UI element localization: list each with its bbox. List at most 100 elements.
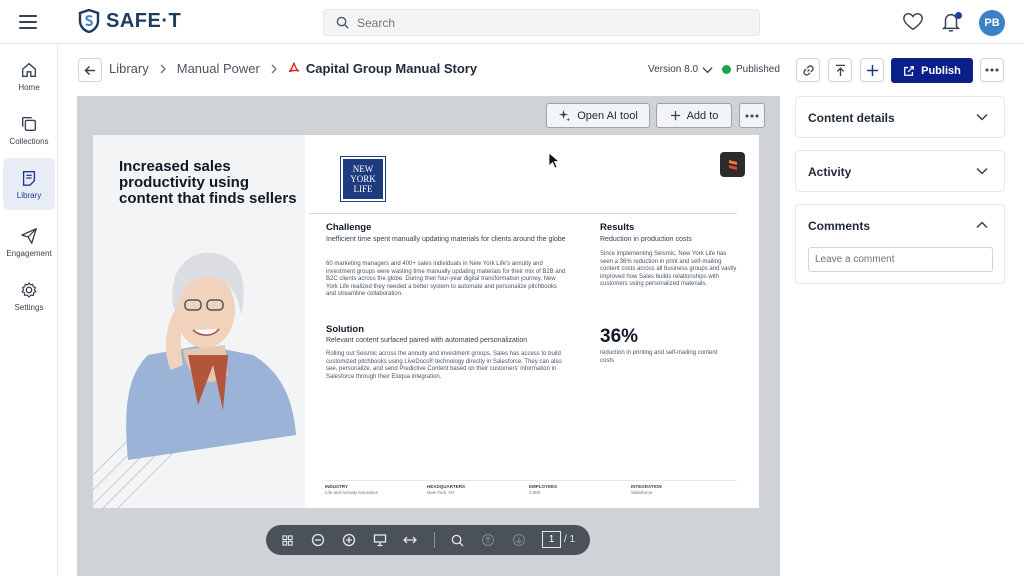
doc-divider xyxy=(309,213,737,214)
notifications-bell-icon[interactable] xyxy=(940,11,962,33)
chevron-down-icon xyxy=(702,66,713,73)
pdf-file-icon xyxy=(288,62,300,73)
sidebar-item-label: Collections xyxy=(9,136,49,146)
sidebar-item-label: Home xyxy=(18,82,40,92)
chevron-up-icon[interactable] xyxy=(976,219,988,231)
search-bar[interactable] xyxy=(323,9,760,36)
seismic-logo-icon xyxy=(720,152,745,177)
challenge-subtitle: Inefficient time spent manually updating… xyxy=(326,236,566,243)
top-bar: SAFE·T PB xyxy=(0,0,1024,44)
breadcrumb-current: Capital Group Manual Story xyxy=(288,61,477,76)
document-toolbar: Library Manual Power Capital Group Manua… xyxy=(58,44,1024,96)
status-label: Published xyxy=(736,64,780,75)
chevron-down-icon[interactable] xyxy=(976,111,988,123)
document-page: Increased sales productivity using conte… xyxy=(93,135,759,508)
add-to-label: Add to xyxy=(686,109,719,122)
link-icon xyxy=(802,64,814,76)
activity-panel[interactable]: Activity xyxy=(795,150,1005,192)
comment-input[interactable] xyxy=(808,247,993,272)
arrow-left-icon xyxy=(83,65,95,75)
status-dot xyxy=(722,65,731,74)
zoom-out-icon[interactable] xyxy=(310,532,326,548)
plus-icon xyxy=(670,110,680,121)
comments-panel: Comments xyxy=(795,204,1005,284)
presentation-icon[interactable] xyxy=(372,532,388,548)
favorites-heart-icon[interactable] xyxy=(902,11,924,33)
sparkle-icon xyxy=(559,109,571,122)
new-york-life-logo: NEW YORK LIFE xyxy=(340,156,386,202)
publish-share-icon xyxy=(904,65,915,76)
document-viewer: Open AI tool Add to Increased sales prod… xyxy=(77,96,780,576)
sidebar-item-collections[interactable]: Collections xyxy=(3,104,55,156)
add-button[interactable] xyxy=(860,58,884,82)
sidebar-item-settings[interactable]: Settings xyxy=(3,270,55,322)
content-details-panel[interactable]: Content details xyxy=(795,96,1005,138)
shield-logo-icon xyxy=(78,9,100,33)
version-label: Version 8.0 xyxy=(648,64,699,75)
sidebar-item-label: Library xyxy=(16,190,42,200)
publish-status: Published xyxy=(722,64,780,75)
home-icon xyxy=(22,62,36,77)
add-to-button[interactable]: Add to xyxy=(656,103,732,128)
comments-title: Comments xyxy=(808,219,871,233)
results-stat-caption: reduction in printing and self-mailing c… xyxy=(600,350,718,364)
sidebar-item-home[interactable]: Home xyxy=(3,50,55,102)
search-icon[interactable] xyxy=(449,532,465,548)
search-input[interactable] xyxy=(357,15,737,30)
footer-value: New York, NY xyxy=(427,490,455,495)
sidebar-item-label: Settings xyxy=(14,302,44,312)
chevron-down-icon[interactable] xyxy=(976,165,988,177)
current-page-input[interactable]: 1 xyxy=(542,531,561,548)
gear-icon xyxy=(21,281,37,298)
publish-button[interactable]: Publish xyxy=(891,58,973,83)
footer-label: EMPLOYEES xyxy=(529,484,558,489)
thumbnails-grid-icon[interactable] xyxy=(279,532,295,548)
results-stat: 36% xyxy=(600,326,639,347)
back-button[interactable] xyxy=(78,58,102,82)
footer-label: INTEGRATION xyxy=(631,484,662,489)
controls-divider xyxy=(434,532,435,548)
doc-headline: Increased sales productivity using conte… xyxy=(119,158,297,207)
user-avatar[interactable]: PB xyxy=(979,10,1005,36)
footer-value: 2,500 xyxy=(529,490,541,495)
open-ai-tool-button[interactable]: Open AI tool xyxy=(546,103,650,128)
app-logo[interactable]: SAFE·T xyxy=(78,9,181,33)
solution-subtitle: Relevant content surfaced paired with au… xyxy=(326,337,528,344)
solution-body: Rolling out Seismic across the annuity a… xyxy=(326,351,562,380)
footer-integration: INTEGRATION Salesforce xyxy=(631,484,662,495)
zoom-in-icon[interactable] xyxy=(341,532,357,548)
footer-value: Life and Annuity Insurance xyxy=(325,490,379,495)
sidebar-item-label: Engagement xyxy=(6,248,52,258)
breadcrumb-item-manual-power[interactable]: Manual Power xyxy=(177,61,260,76)
next-page-icon[interactable] xyxy=(511,532,527,548)
more-options-button[interactable] xyxy=(980,58,1004,82)
sidebar-item-library[interactable]: Library xyxy=(3,158,55,210)
more-horizontal-icon xyxy=(985,68,999,72)
footer-employees: EMPLOYEES 2,500 xyxy=(529,484,557,495)
collections-icon xyxy=(22,116,36,131)
content-details-title: Content details xyxy=(808,111,895,125)
breadcrumb: Library Manual Power Capital Group Manua… xyxy=(109,61,477,76)
app-name: SAFE·T xyxy=(106,9,182,32)
sidebar-item-engagement[interactable]: Engagement xyxy=(3,216,55,268)
upload-button[interactable] xyxy=(828,58,852,82)
notification-dot xyxy=(955,12,962,19)
search-icon xyxy=(336,16,349,29)
version-dropdown[interactable]: Version 8.0 xyxy=(648,64,713,75)
copy-link-button[interactable] xyxy=(796,58,820,82)
footer-headquarters: HEADQUARTERS New York, NY xyxy=(427,484,465,495)
woman-on-phone-photo xyxy=(93,252,297,508)
plus-icon xyxy=(866,64,878,76)
fit-width-icon[interactable] xyxy=(402,532,418,548)
breadcrumb-item-library[interactable]: Library xyxy=(109,61,149,76)
results-body: Since implementing Seismic, New York Lif… xyxy=(600,251,737,287)
document-title: Capital Group Manual Story xyxy=(305,61,478,76)
chevron-right-icon xyxy=(271,64,277,73)
footer-value: Salesforce xyxy=(631,490,653,495)
viewer-more-button[interactable] xyxy=(739,103,765,128)
menu-icon[interactable] xyxy=(18,12,38,32)
sidebar-nav: Home Collections Library Engagement Sett… xyxy=(0,44,58,576)
previous-page-icon[interactable] xyxy=(480,532,496,548)
page-total: / 1 xyxy=(564,534,576,545)
activity-title: Activity xyxy=(808,165,852,179)
